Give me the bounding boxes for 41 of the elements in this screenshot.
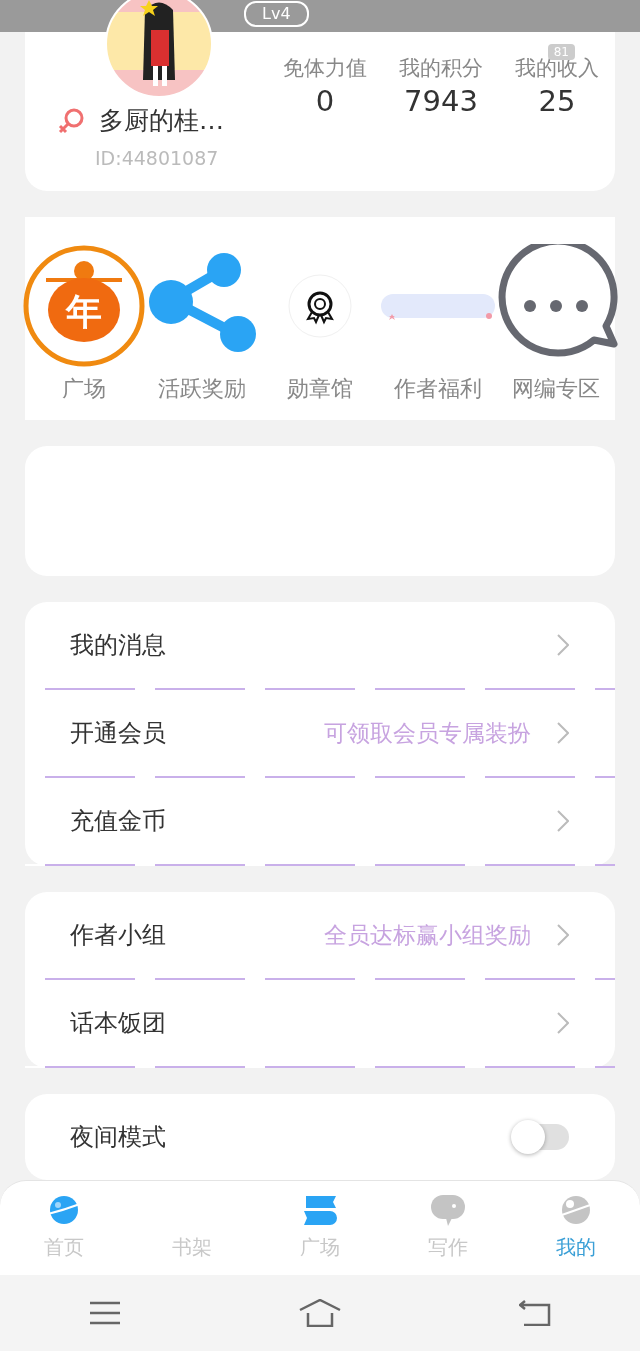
- menu-label: 作者小组: [70, 920, 167, 951]
- menu-label: 开通会员: [70, 718, 167, 749]
- menu-label: 我的消息: [70, 630, 167, 661]
- menu-label: 夜间模式: [70, 1122, 167, 1153]
- medal-icon: [288, 274, 352, 339]
- home-icon[interactable]: [299, 1299, 341, 1327]
- level-badge: Lv4: [244, 1, 309, 27]
- chevron-right-icon: [557, 634, 569, 656]
- menu-hint: 全员达标赢小组奖励: [324, 920, 531, 950]
- menu-row[interactable]: 我的消息: [25, 602, 615, 688]
- chevron-right-icon: [557, 924, 569, 946]
- female-icon: [57, 106, 85, 135]
- user-id: ID:44801087: [94, 147, 220, 169]
- menu-label: 充值金币: [70, 806, 167, 837]
- chevron-right-icon: [557, 1012, 569, 1034]
- tab[interactable]: 我的: [556, 1234, 596, 1261]
- menu-hint: 可领取会员专属装扮: [324, 718, 531, 748]
- back-icon[interactable]: [519, 1300, 551, 1326]
- stat-label: 我的积分: [399, 55, 483, 82]
- menu-row[interactable]: 夜间模式: [25, 1094, 615, 1180]
- stat-value[interactable]: 7943: [404, 84, 478, 118]
- menu-icon[interactable]: [89, 1301, 121, 1325]
- shortcut-label[interactable]: 活跃奖励: [158, 374, 246, 405]
- chevron-right-icon: [557, 722, 569, 744]
- chevron-right-icon: [557, 810, 569, 832]
- user-name: 多厨的桂…: [99, 105, 224, 137]
- stat-label: 免体力值: [283, 55, 367, 82]
- shortcut-label[interactable]: 网编专区: [512, 374, 600, 405]
- shortcut-label[interactable]: 勋章馆: [287, 374, 353, 405]
- menu-row[interactable]: 作者小组 全员达标赢小组奖励: [25, 892, 615, 978]
- shopping-bag-icon: 年: [22, 244, 146, 369]
- stat-value[interactable]: 0: [315, 84, 335, 118]
- menu-label: 话本饭团: [70, 1008, 167, 1039]
- shortcut-label[interactable]: 作者福利: [394, 374, 482, 405]
- menu-row[interactable]: 开通会员 可领取会员专属装扮: [25, 690, 615, 776]
- menu-row[interactable]: 话本饭团: [25, 980, 615, 1066]
- stat-value[interactable]: 25: [538, 84, 576, 118]
- speech-bubble-icon: [430, 1194, 466, 1228]
- shortcut-label[interactable]: 广场: [62, 374, 106, 405]
- menu-row[interactable]: 充值金币: [25, 778, 615, 864]
- books-icon: [302, 1194, 338, 1226]
